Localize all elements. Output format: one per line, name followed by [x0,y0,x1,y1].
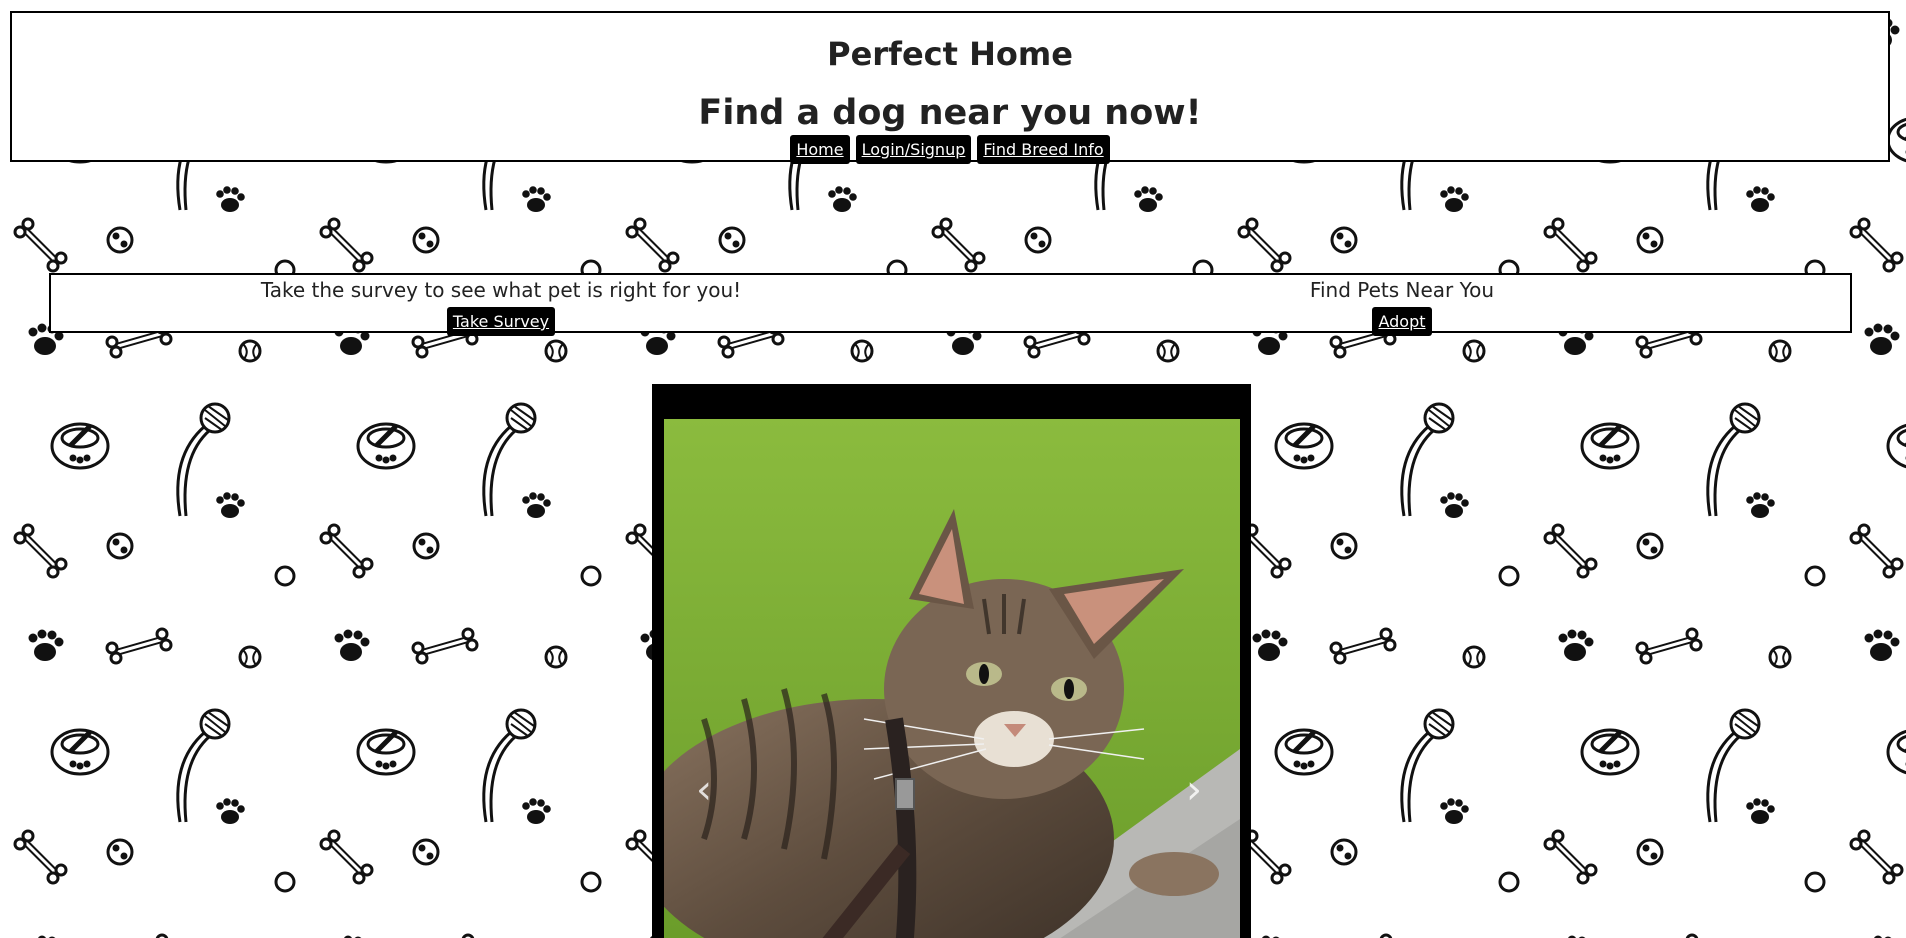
site-title: Perfect Home [827,35,1073,73]
site-subtitle: Find a dog near you now! [698,93,1202,133]
cat-photo [664,419,1240,938]
survey-section: Take the survey to see what pet is right… [51,275,951,336]
nav-login-signup-button[interactable]: Login/Signup [855,135,972,164]
nav-find-breed-info-button[interactable]: Find Breed Info [977,135,1110,164]
carousel-next-icon[interactable]: › [1186,770,1202,810]
carousel-slide [664,419,1240,938]
cta-panel: Take the survey to see what pet is right… [49,273,1852,336]
carousel-prev-icon[interactable]: ‹ [696,770,712,810]
site-header: Perfect Home Find a dog near you now! Ho… [10,11,1890,164]
adopt-text: Find Pets Near You [1309,278,1495,302]
take-survey-button[interactable]: Take Survey [446,307,556,336]
adopt-button[interactable]: Adopt [1372,307,1432,336]
main-nav: Home Login/Signup Find Breed Info [12,135,1888,164]
photo-carousel [652,384,1251,938]
survey-text: Take the survey to see what pet is right… [260,278,742,302]
nav-home-button[interactable]: Home [790,135,850,164]
adopt-section: Find Pets Near You Adopt [952,275,1852,336]
